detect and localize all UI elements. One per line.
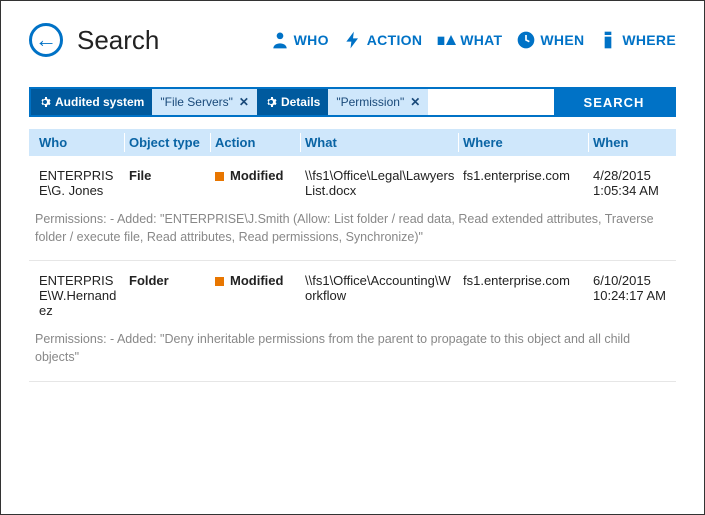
cell-when: 6/10/2015 10:24:17 AM [589, 273, 670, 318]
filter-value-file-servers[interactable]: "File Servers" ✕ [152, 89, 257, 115]
col-who[interactable]: Who [35, 133, 125, 152]
arrow-left-icon: ← [35, 29, 57, 51]
cell-what: \\fs1\Office\Legal\LawyersList.docx [301, 168, 459, 198]
filter-pill-audited-system-label: Audited system [55, 95, 144, 109]
page-title: Search [77, 25, 159, 56]
facet-action-label: ACTION [367, 32, 422, 48]
close-icon[interactable]: ✕ [239, 95, 249, 109]
cell-type: Folder [125, 273, 211, 318]
facet-what-label: WHAT [460, 32, 502, 48]
cell-when-time: 10:24:17 AM [593, 288, 666, 303]
facet-when-label: WHEN [540, 32, 584, 48]
cell-who: ENTERPRISE\G. Jones [35, 168, 125, 198]
cell-action: Modified [211, 168, 301, 198]
cell-when-date: 4/28/2015 [593, 168, 666, 183]
cell-action: Modified [211, 273, 301, 318]
modified-icon [215, 172, 224, 181]
facet-where[interactable]: WHERE [598, 30, 676, 50]
facet-who-label: WHO [294, 32, 329, 48]
filter-spacer [428, 89, 554, 115]
person-icon [270, 30, 290, 50]
cell-action-text: Modified [230, 168, 283, 183]
col-action[interactable]: Action [211, 133, 301, 152]
search-button[interactable]: SEARCH [554, 89, 674, 115]
clock-icon [516, 30, 536, 50]
row-detail: Permissions: - Added: "Deny inheritable … [29, 324, 676, 381]
bolt-icon [343, 30, 363, 50]
facet-action[interactable]: ACTION [343, 30, 422, 50]
cell-when-time: 1:05:34 AM [593, 183, 666, 198]
shapes-icon [436, 30, 456, 50]
filter-pill-details[interactable]: Details [257, 89, 328, 115]
filter-value-permission[interactable]: "Permission" ✕ [328, 89, 428, 115]
facet-who[interactable]: WHO [270, 30, 329, 50]
back-button[interactable]: ← [29, 23, 63, 57]
col-what[interactable]: What [301, 133, 459, 152]
facet-where-label: WHERE [622, 32, 676, 48]
col-where[interactable]: Where [459, 133, 589, 152]
table-header: Who Object type Action What Where When [29, 129, 676, 156]
filter-pill-details-label: Details [281, 95, 320, 109]
filter-pill-audited-system[interactable]: Audited system [31, 89, 152, 115]
header: ← Search WHO ACTION WHAT WHEN WHERE [29, 23, 676, 57]
cell-when-date: 6/10/2015 [593, 273, 666, 288]
modified-icon [215, 277, 224, 286]
close-icon[interactable]: ✕ [410, 95, 420, 109]
gear-icon [265, 96, 277, 108]
row-detail: Permissions: - Added: "ENTERPRISE\J.Smit… [29, 204, 676, 261]
col-when[interactable]: When [589, 133, 670, 152]
cell-where: fs1.enterprise.com [459, 273, 589, 318]
cell-type: File [125, 168, 211, 198]
cell-where: fs1.enterprise.com [459, 168, 589, 198]
filter-bar: Audited system "File Servers" ✕ Details … [29, 87, 676, 117]
table-row: ENTERPRISE\W.Hernandez Folder Modified \… [29, 261, 676, 324]
facet-when[interactable]: WHEN [516, 30, 584, 50]
gear-icon [39, 96, 51, 108]
facet-what[interactable]: WHAT [436, 30, 502, 50]
cell-what: \\fs1\Office\Accounting\Workflow [301, 273, 459, 318]
cell-who: ENTERPRISE\W.Hernandez [35, 273, 125, 318]
table-row: ENTERPRISE\G. Jones File Modified \\fs1\… [29, 156, 676, 204]
filter-value-file-servers-text: "File Servers" [160, 95, 233, 109]
cell-action-text: Modified [230, 273, 283, 288]
cell-when: 4/28/2015 1:05:34 AM [589, 168, 670, 198]
server-icon [598, 30, 618, 50]
col-type[interactable]: Object type [125, 133, 211, 152]
facet-bar: WHO ACTION WHAT WHEN WHERE [270, 30, 676, 50]
filter-value-permission-text: "Permission" [336, 95, 404, 109]
